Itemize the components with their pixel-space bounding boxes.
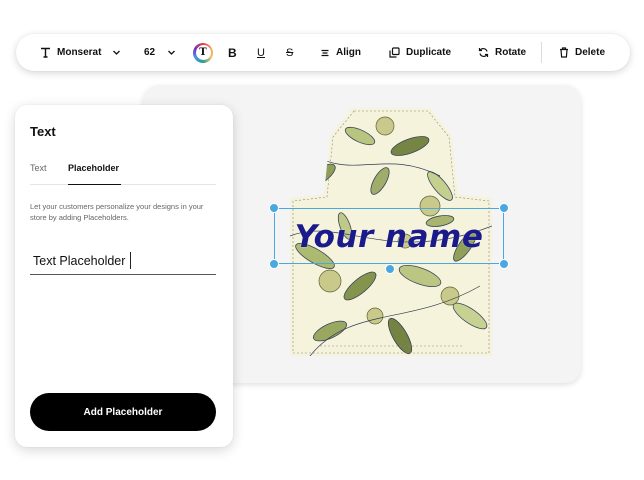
design-text-layer[interactable]: Your name	[274, 212, 504, 262]
formatting-toolbar: Monserat 62 T B U S Align Duplicate Rota…	[16, 34, 630, 71]
duplicate-button[interactable]: Duplicate	[389, 34, 451, 71]
tab-placeholder[interactable]: Placeholder	[68, 163, 121, 185]
font-size-label: 62	[144, 47, 156, 58]
chevron-down-icon	[168, 50, 176, 55]
rotate-icon	[478, 48, 489, 57]
duplicate-icon	[389, 47, 400, 58]
bold-icon: B	[228, 45, 237, 60]
underline-icon: U	[257, 46, 265, 59]
align-label: Align	[336, 47, 361, 58]
font-size-select[interactable]: 62	[144, 34, 176, 71]
rotate-label: Rotate	[495, 47, 527, 58]
placeholder-text-value: Text Placeholder	[33, 253, 126, 268]
font-family-select[interactable]: Monserat	[40, 34, 121, 71]
strikethrough-icon: S	[286, 46, 294, 59]
text-color-button[interactable]: T	[193, 34, 213, 71]
tab-text[interactable]: Text	[30, 163, 47, 185]
toolbar-divider	[541, 42, 542, 63]
delete-label: Delete	[575, 47, 606, 58]
placeholder-text-input[interactable]: Text Placeholder	[30, 247, 216, 275]
chevron-down-icon	[113, 50, 121, 55]
add-placeholder-button[interactable]: Add Placeholder	[30, 393, 216, 431]
rotate-button[interactable]: Rotate	[478, 34, 526, 71]
placeholder-description: Let your customers personalize your desi…	[30, 202, 204, 222]
align-button[interactable]: Align	[320, 34, 361, 71]
duplicate-label: Duplicate	[406, 47, 452, 58]
rotate-handle[interactable]	[385, 264, 395, 274]
font-family-label: Monserat	[57, 47, 102, 58]
trash-icon	[560, 47, 568, 58]
text-cursor	[130, 252, 132, 269]
underline-button[interactable]: U	[257, 34, 265, 71]
align-icon	[321, 49, 329, 56]
text-color-icon: T	[193, 42, 213, 63]
bold-button[interactable]: B	[228, 34, 237, 71]
panel-title: Text	[30, 124, 56, 139]
text-type-icon	[41, 47, 50, 58]
delete-button[interactable]: Delete	[559, 34, 605, 71]
strikethrough-button[interactable]: S	[286, 34, 293, 71]
panel-tabs: Text Placeholder	[30, 163, 216, 185]
text-properties-panel: Text Text Placeholder Let your customers…	[15, 105, 233, 447]
